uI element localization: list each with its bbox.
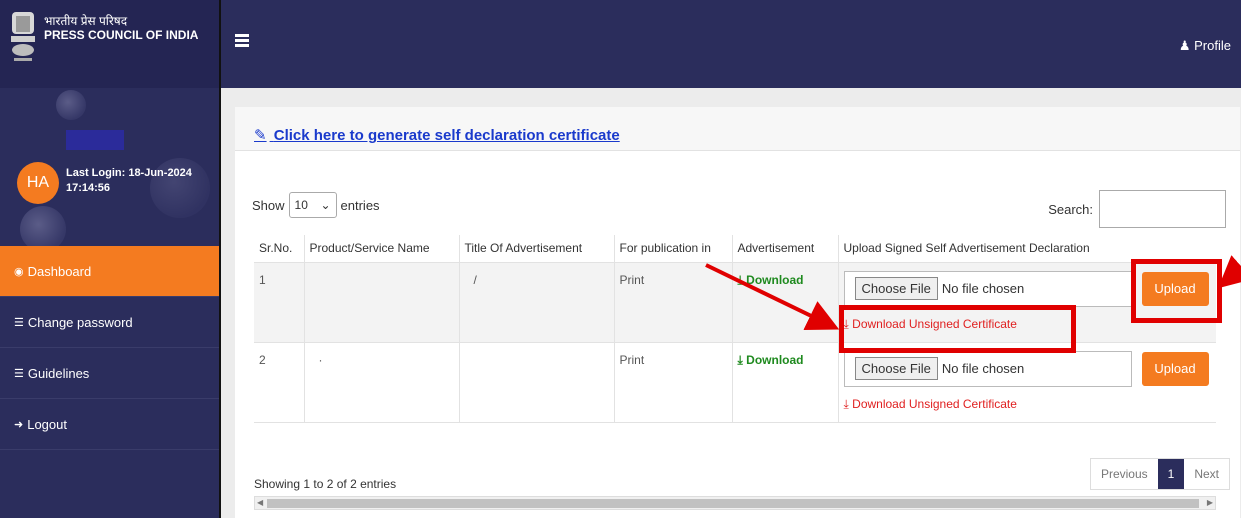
decorative-bubble	[56, 90, 86, 120]
show-label: Show	[252, 197, 285, 213]
avatar: HA	[17, 162, 59, 204]
pagination: Previous 1 Next	[1089, 458, 1230, 490]
brand-english: PRESS COUNCIL OF INDIA	[44, 28, 199, 42]
no-file-text: No file chosen	[941, 281, 1025, 296]
sidebar-item-dashboard[interactable]: ◉ Dashboard	[0, 246, 219, 297]
user-icon: ♟	[1178, 38, 1191, 53]
choose-file-button[interactable]: Choose File	[854, 277, 938, 300]
entries-control: Show 10 ⌄ entries	[252, 192, 380, 218]
search-control: Search:	[1048, 190, 1226, 228]
entries-label: entries	[340, 197, 380, 213]
column-header[interactable]: Title Of Advertisement	[459, 235, 615, 263]
sidebar-item-guidelines[interactable]: ☰ Guidelines	[0, 348, 219, 399]
certificate-card: ✎ Click here to generate self declaratio…	[235, 107, 1240, 518]
sidebar: भारतीय प्रेस परिषद PRESS COUNCIL OF INDI…	[0, 0, 221, 518]
column-header[interactable]: Product/Service Name	[304, 235, 460, 263]
column-header[interactable]: For publication in	[614, 235, 733, 263]
last-login-label: Last Login: 18-Jun-2024	[66, 167, 192, 179]
sidebar-item-change-password[interactable]: ☰ Change password	[0, 297, 219, 348]
list-icon: ☰	[14, 367, 24, 380]
scrollbar-thumb[interactable]	[267, 499, 1199, 508]
unsigned-certificate-highlight-box	[839, 305, 1076, 353]
national-emblem-icon	[11, 12, 35, 61]
brand[interactable]: भारतीय प्रेस परिषद PRESS COUNCIL OF INDI…	[0, 0, 219, 88]
upload-highlight-box	[1131, 259, 1222, 323]
table-header-row: Sr.No. Product/Service Name Title Of Adv…	[254, 235, 1216, 263]
no-file-text: No file chosen	[941, 361, 1025, 376]
list-icon: ☰	[14, 316, 24, 329]
menu-toggle-icon[interactable]	[235, 34, 249, 49]
download-advertisement-link[interactable]: ⤓ Download	[738, 353, 804, 367]
sidebar-item-logout[interactable]: ➜ Logout	[0, 399, 219, 450]
file-input[interactable]: Choose File No file chosen	[843, 350, 1132, 387]
search-label: Search:	[1048, 201, 1093, 217]
next-page-button[interactable]: Next	[1184, 459, 1229, 489]
user-panel: HA Last Login: 18-Jun-2024 17:14:56	[0, 88, 219, 246]
sidebar-item-label: Guidelines	[27, 365, 90, 381]
sidebar-item-label: Change password	[27, 314, 133, 330]
file-input[interactable]: Choose File No file chosen	[843, 270, 1132, 307]
download-icon: ⤓	[737, 272, 743, 287]
dashboard-icon: ◉	[14, 265, 24, 278]
chevron-down-icon: ⌄	[320, 198, 331, 212]
download-unsigned-certificate-link[interactable]: ⤓ Download Unsigned Certificate	[844, 397, 1212, 412]
top-bar: ♟ Profile	[221, 0, 1241, 88]
table-row: 2 · Print ⤓ Download Choose File No file…	[254, 342, 1216, 423]
generate-certificate-link[interactable]: ✎ Click here to generate self declaratio…	[254, 127, 620, 144]
upload-button[interactable]: Upload	[1141, 351, 1209, 386]
sidebar-item-label: Logout	[27, 416, 67, 432]
page-1-button[interactable]: 1	[1157, 459, 1185, 489]
decorative-bubble	[20, 206, 66, 246]
last-login-time: 17:14:56	[66, 182, 111, 194]
previous-page-button[interactable]: Previous	[1091, 459, 1158, 489]
profile-label: Profile	[1194, 38, 1231, 53]
column-header[interactable]: Upload Signed Self Advertisement Declara…	[838, 235, 1216, 263]
download-icon: ⤓	[843, 396, 849, 411]
brand-hindi: भारतीय प्रेस परिषद	[44, 14, 128, 28]
sidebar-item-label: Dashboard	[27, 263, 92, 279]
main-content: ✎ Click here to generate self declaratio…	[221, 88, 1241, 518]
scroll-right-icon[interactable]: ▶	[1207, 498, 1213, 507]
entries-select[interactable]: 10 ⌄	[288, 192, 337, 218]
download-advertisement-link[interactable]: ⤓ Download	[738, 273, 804, 287]
column-header[interactable]: Sr.No.	[254, 235, 305, 263]
column-header[interactable]: Advertisement	[732, 235, 839, 263]
logout-icon: ➜	[14, 418, 24, 431]
edit-icon: ✎	[254, 127, 267, 144]
table-info: Showing 1 to 2 of 2 entries	[254, 477, 397, 491]
profile-link[interactable]: ♟ Profile	[1179, 38, 1231, 54]
search-input[interactable]	[1099, 190, 1226, 228]
choose-file-button[interactable]: Choose File	[854, 357, 938, 380]
scroll-left-icon[interactable]: ◀	[257, 498, 263, 507]
horizontal-scrollbar[interactable]: ◀ ▶	[254, 496, 1216, 510]
download-icon: ⤓	[737, 352, 743, 367]
user-name-redacted	[66, 130, 124, 150]
